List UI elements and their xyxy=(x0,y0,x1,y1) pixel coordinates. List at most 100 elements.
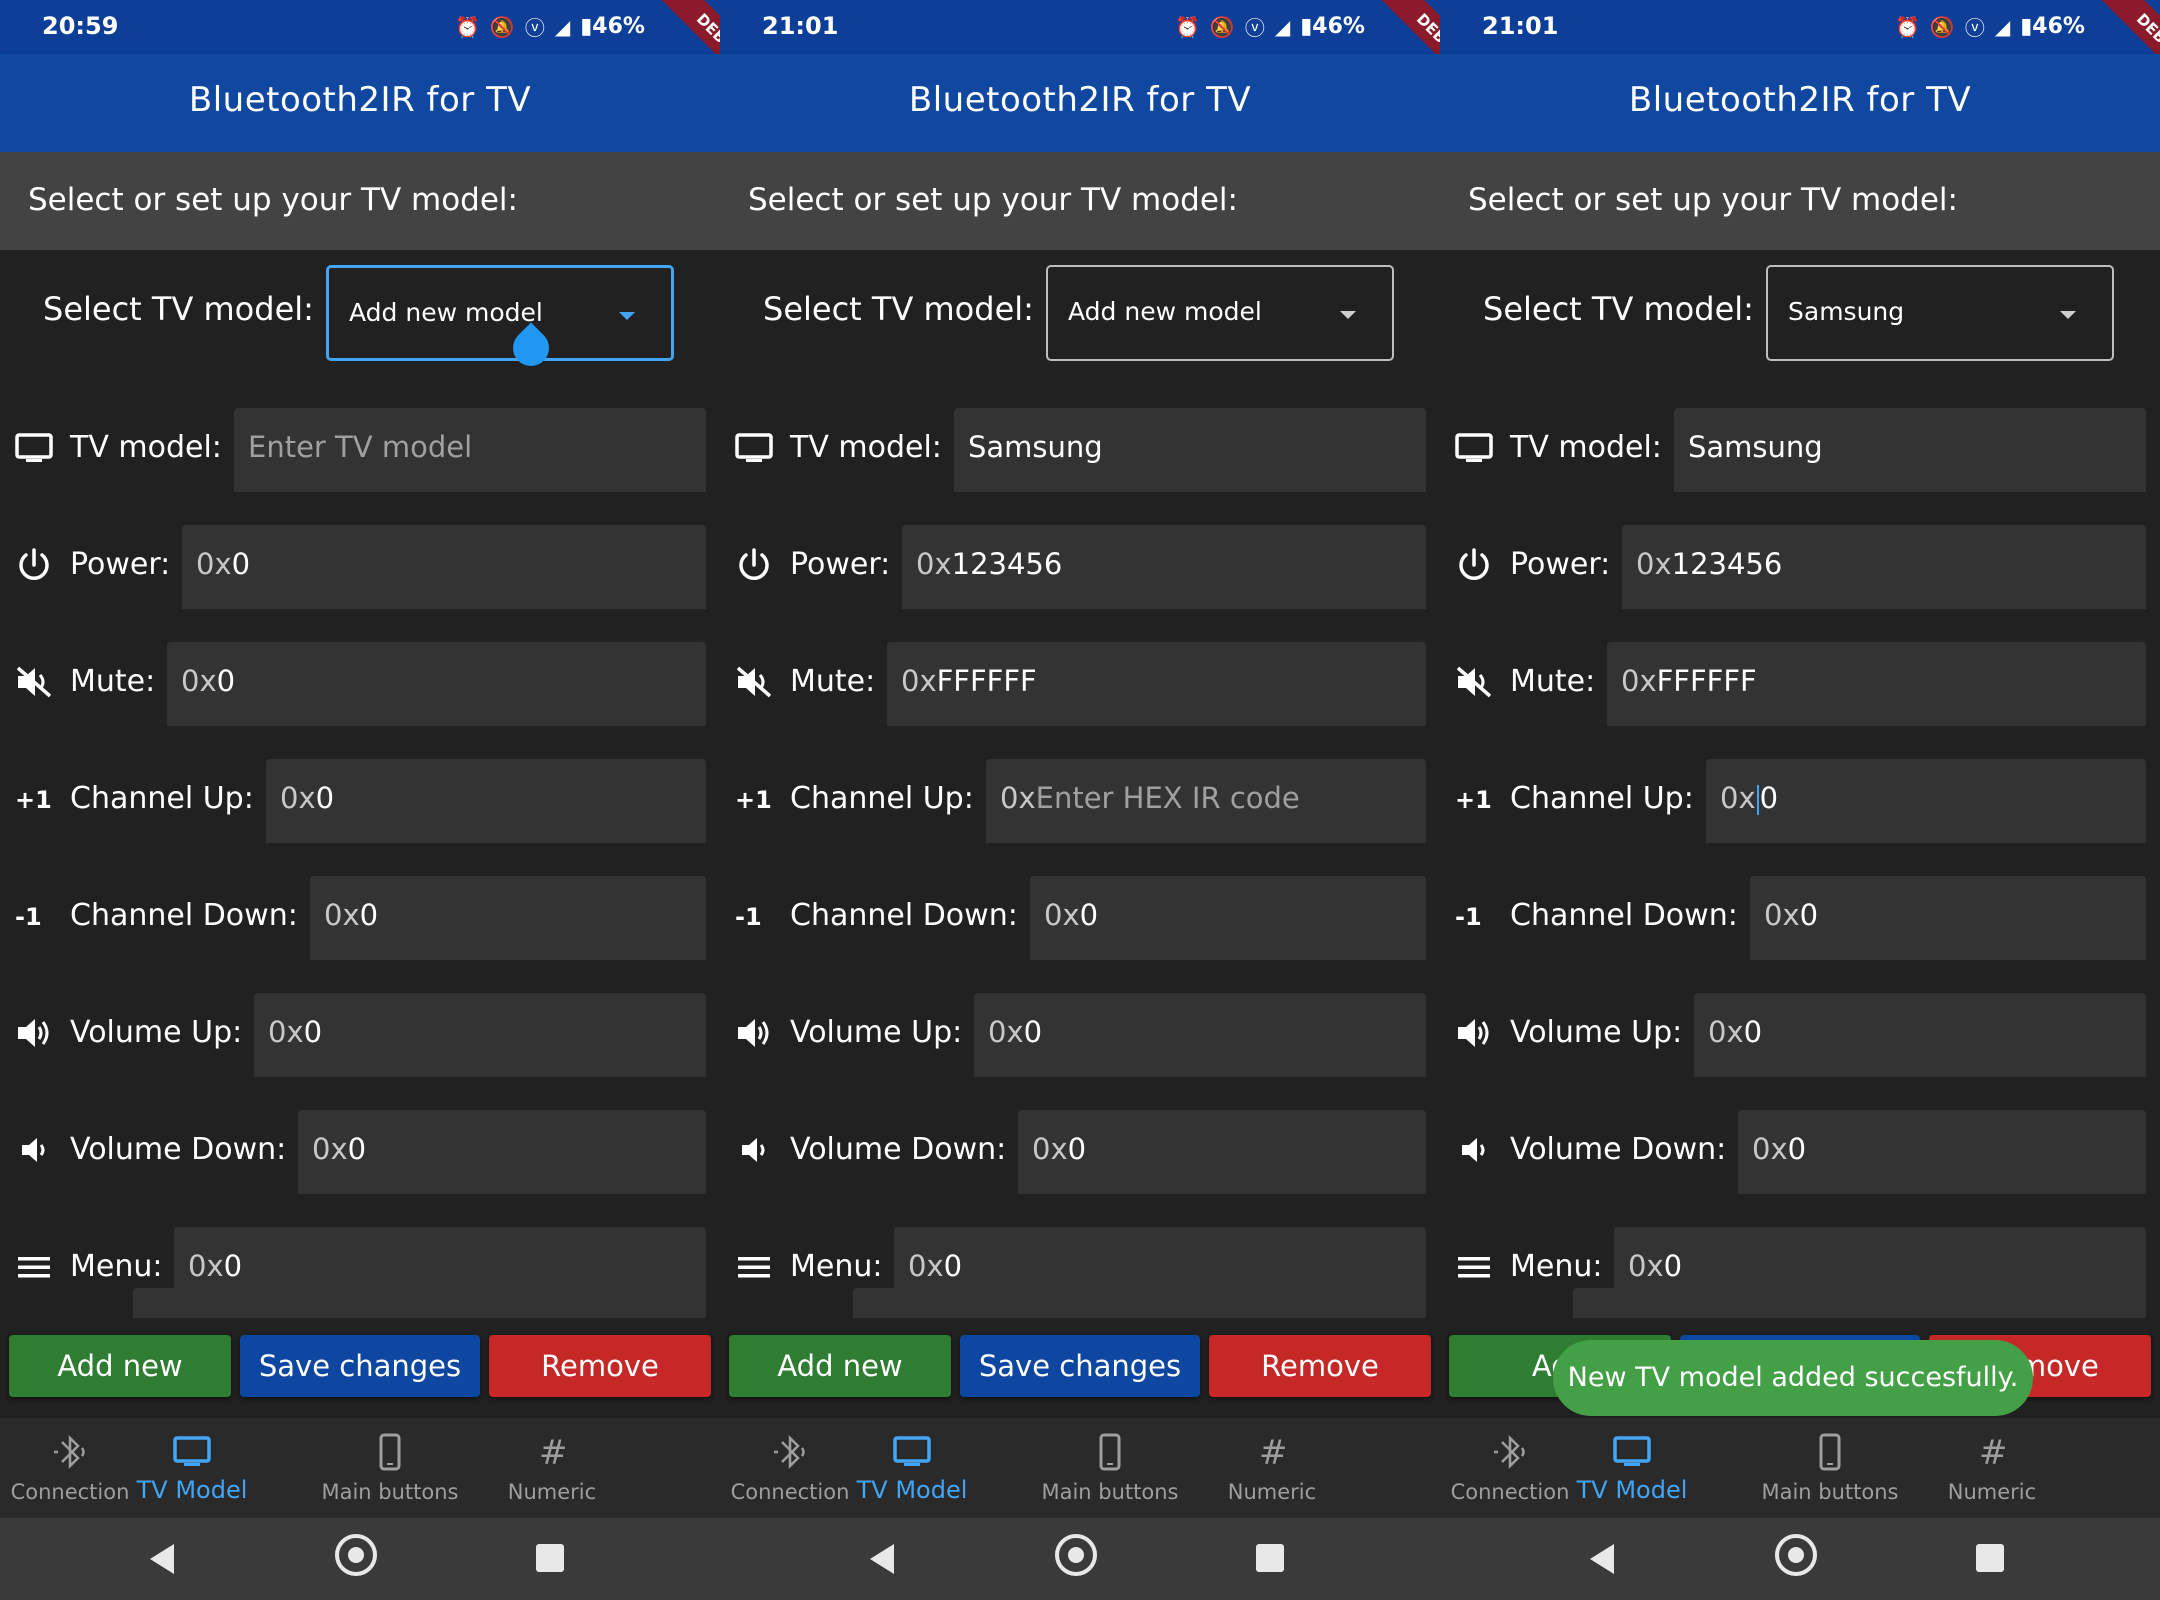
nav-item-tv-model[interactable]: TV Model xyxy=(102,1418,282,1518)
field-label: Volume Up: xyxy=(1510,1015,1683,1050)
ir-code-input[interactable]: 0x0 xyxy=(1706,759,2146,843)
ir-code-input[interactable]: 0x0 xyxy=(167,642,706,726)
back-icon[interactable] xyxy=(1590,1544,1614,1574)
home-icon[interactable] xyxy=(1055,1534,1097,1576)
status-bar: 21:01 ⏰ 🔕 ⓥ ◢ ▮46% DEBUG xyxy=(720,0,1440,105)
recents-icon[interactable] xyxy=(536,1544,564,1572)
input-text: 0x0 xyxy=(1720,781,1778,815)
tv-model-dropdown[interactable]: Samsung xyxy=(1766,265,2114,361)
bluetooth-icon xyxy=(768,1432,812,1472)
mute-icon xyxy=(1454,662,1494,702)
add-new-button[interactable]: Add new xyxy=(9,1335,231,1397)
ir-code-input[interactable]: 0x0 xyxy=(1030,876,1426,960)
ir-code-input[interactable]: 0x123456 xyxy=(1622,525,2146,609)
status-icons: ⏰ 🔕 ⓥ ◢ ▮46% xyxy=(1175,12,1365,41)
nav-item-main-buttons[interactable]: Main buttons xyxy=(1740,1418,1920,1518)
field-label: Mute: xyxy=(790,664,876,699)
nav-item-tv-model[interactable]: TV Model xyxy=(822,1418,1002,1518)
input-placeholder: Enter TV model xyxy=(248,430,473,464)
input-text: 0xEnter HEX IR code xyxy=(1000,781,1300,815)
field-label: TV model: xyxy=(1510,430,1662,465)
phone-icon xyxy=(1088,1432,1132,1472)
field-label: Channel Up: xyxy=(790,781,974,816)
field-row: +1 Channel Up: 0xEnter HEX IR code xyxy=(720,759,1440,843)
input-value: 0 xyxy=(315,781,335,815)
tv-nav-icon xyxy=(170,1432,214,1472)
input-value: 0 xyxy=(216,664,236,698)
battery-level: ▮46% xyxy=(580,14,645,39)
hex-prefix: 0x xyxy=(916,547,952,581)
nav-item-main-buttons[interactable]: Main buttons xyxy=(300,1418,480,1518)
bottom-navigation: Connection TV Model Main buttons # Numeric xyxy=(0,1418,720,1518)
input-text: 0xFFFFFF xyxy=(1621,664,1757,698)
ir-code-input[interactable]: 0x123456 xyxy=(902,525,1426,609)
ir-code-input[interactable]: 0x0 xyxy=(1018,1110,1426,1194)
field-row: Volume Up: 0x0 xyxy=(1440,993,2160,1077)
input-partial-row[interactable] xyxy=(133,1288,706,1318)
back-icon[interactable] xyxy=(870,1544,894,1574)
back-icon[interactable] xyxy=(150,1544,174,1574)
minus-one-icon: -1 xyxy=(734,896,774,936)
nav-item-numeric[interactable]: # Numeric xyxy=(1902,1418,2082,1518)
chevron-down-icon xyxy=(619,312,635,320)
input-value: FFFFFF xyxy=(936,664,1037,698)
field-row: Mute: 0x0 xyxy=(0,642,720,726)
nav-item-numeric[interactable]: # Numeric xyxy=(1182,1418,1362,1518)
input-partial-row[interactable] xyxy=(853,1288,1426,1318)
home-icon[interactable] xyxy=(335,1534,377,1576)
ir-code-input[interactable]: 0xEnter HEX IR code xyxy=(986,759,1426,843)
ir-code-input[interactable]: 0xFFFFFF xyxy=(887,642,1426,726)
home-icon[interactable] xyxy=(1775,1534,1817,1576)
ir-code-input[interactable]: 0x0 xyxy=(254,993,706,1077)
text-cursor-handle[interactable] xyxy=(505,322,557,374)
volume-up-icon xyxy=(1454,1013,1494,1053)
ir-code-input[interactable]: 0x0 xyxy=(298,1110,706,1194)
home-dot xyxy=(348,1547,364,1563)
app-title: Bluetooth2IR for TV xyxy=(188,80,532,120)
ir-code-input[interactable]: 0x0 xyxy=(1694,993,2146,1077)
ir-code-input[interactable]: 0x0 xyxy=(1738,1110,2146,1194)
input-value: 0 xyxy=(359,898,379,932)
nav-item-main-buttons[interactable]: Main buttons xyxy=(1020,1418,1200,1518)
field-row: +1 Channel Up: 0x0 xyxy=(0,759,720,843)
ir-code-input[interactable]: 0x0 xyxy=(266,759,706,843)
hex-prefix: 0x xyxy=(1708,1015,1744,1049)
hex-prefix: 0x xyxy=(901,664,937,698)
ir-code-input[interactable]: Samsung xyxy=(1674,408,2146,492)
remove-button[interactable]: Remove xyxy=(489,1335,711,1397)
remove-button[interactable]: Remove xyxy=(1209,1335,1431,1397)
chevron-down-icon xyxy=(1340,311,1356,319)
ir-code-input[interactable]: 0x0 xyxy=(182,525,706,609)
input-partial-row[interactable] xyxy=(1573,1288,2146,1318)
input-value: 0 xyxy=(223,1249,243,1283)
ir-code-input[interactable]: Enter TV model xyxy=(234,408,706,492)
svg-text:-1: -1 xyxy=(735,903,762,931)
ir-code-input[interactable]: Samsung xyxy=(954,408,1426,492)
hex-prefix: 0x xyxy=(1636,547,1672,581)
nav-item-numeric[interactable]: # Numeric xyxy=(462,1418,642,1518)
hex-prefix: 0x xyxy=(181,664,217,698)
tv-model-dropdown[interactable]: Add new model xyxy=(1046,265,1394,361)
ir-code-input[interactable]: 0x0 xyxy=(1750,876,2146,960)
hex-prefix: 0x xyxy=(324,898,360,932)
input-text: 0x0 xyxy=(312,1132,366,1166)
ir-code-input[interactable]: 0xFFFFFF xyxy=(1607,642,2146,726)
input-value: 0 xyxy=(1067,1132,1087,1166)
hex-prefix: 0x xyxy=(1621,664,1657,698)
status-time: 21:01 xyxy=(762,12,839,40)
field-row: TV model: Samsung xyxy=(1440,408,2160,492)
save-changes-button[interactable]: Save changes xyxy=(960,1335,1200,1397)
save-changes-button[interactable]: Save changes xyxy=(240,1335,480,1397)
ir-code-input[interactable]: 0x0 xyxy=(310,876,706,960)
input-placeholder: Enter HEX IR code xyxy=(1035,781,1300,815)
recents-icon[interactable] xyxy=(1976,1544,2004,1572)
recents-icon[interactable] xyxy=(1256,1544,1284,1572)
ir-code-input[interactable]: 0x0 xyxy=(974,993,1426,1077)
tv-model-dropdown[interactable]: Add new model xyxy=(326,265,674,374)
hex-prefix: 0x xyxy=(1032,1132,1068,1166)
add-new-button[interactable]: Add new xyxy=(729,1335,951,1397)
input-text: 0x0 xyxy=(1752,1132,1806,1166)
svg-text:+1: +1 xyxy=(735,786,772,814)
menu-icon xyxy=(734,1247,774,1287)
nav-item-tv-model[interactable]: TV Model xyxy=(1542,1418,1722,1518)
